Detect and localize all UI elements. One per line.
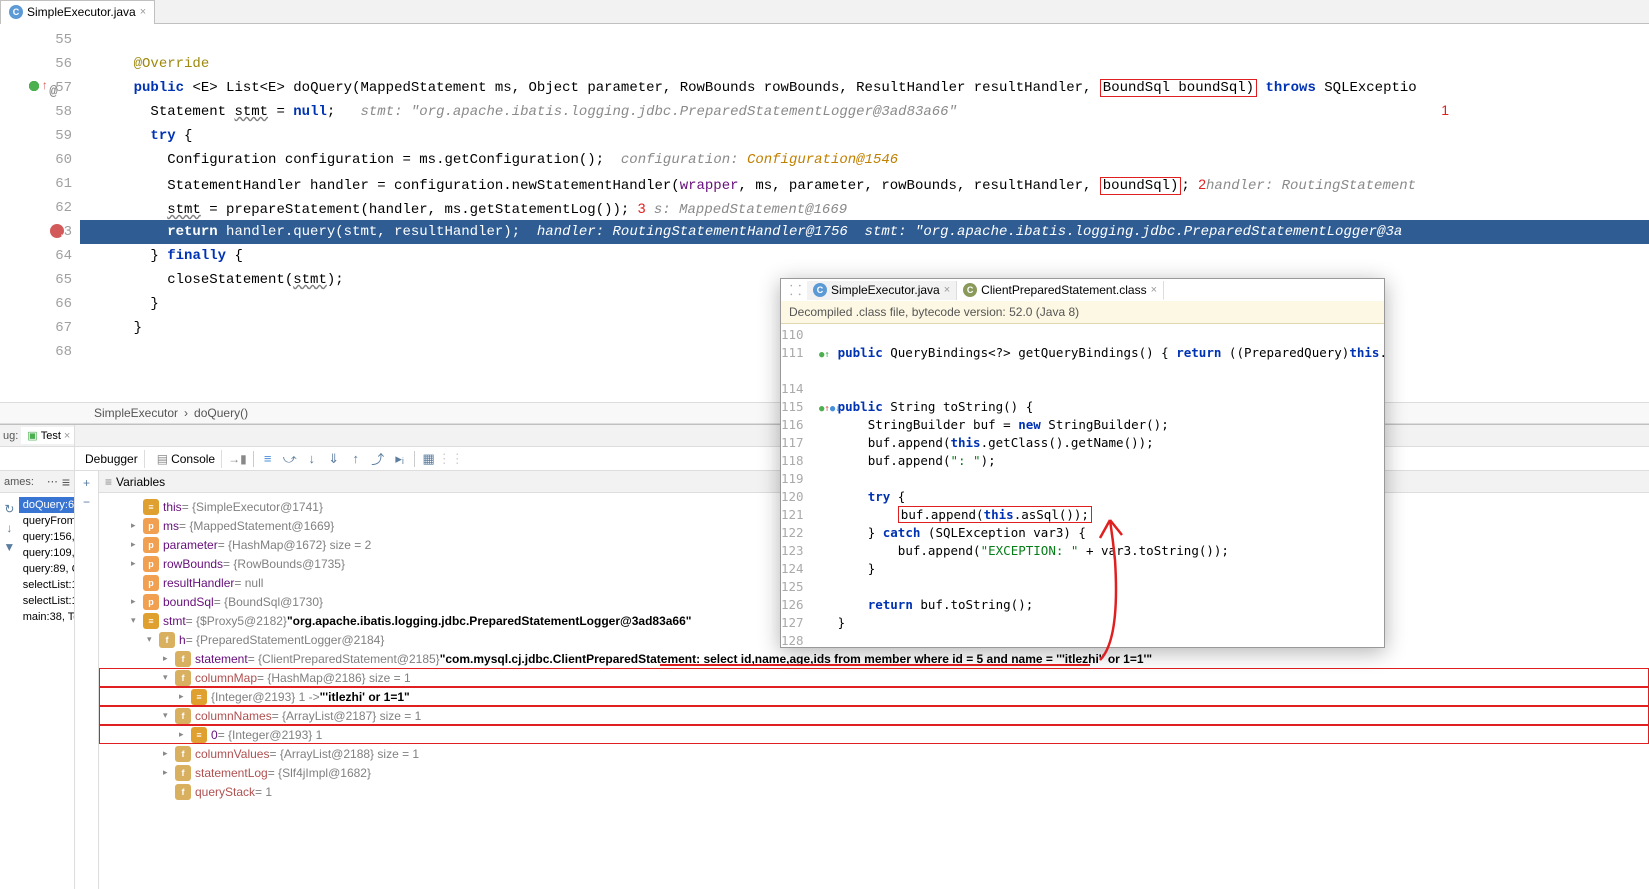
tab-debugger[interactable]: Debugger [79, 450, 145, 468]
override-up-icon: ●↑ [819, 346, 830, 364]
override-icons: ●↑●↓ [819, 400, 841, 418]
variable-row[interactable]: ▾fcolumnNames = {ArrayList@2187} size = … [99, 706, 1649, 725]
annotation-1: 1 [1441, 102, 1449, 118]
frame-row[interactable]: query:156, E [19, 529, 74, 545]
variable-row[interactable]: fqueryStack = 1 [99, 782, 1649, 801]
tab-test[interactable]: ▣Test× [21, 427, 75, 444]
run-to-cursor-icon[interactable]: ▸ᵢ [392, 451, 408, 467]
drag-handle-icon[interactable]: ⸬ [781, 281, 807, 300]
variable-row[interactable]: ▸≡{Integer@2193} 1 -> "'itlezhi' or 1=1" [99, 687, 1649, 706]
boundsql-arg-box: boundSql) [1100, 177, 1182, 195]
frame-row[interactable]: main:38, Te [19, 609, 74, 625]
force-step-into-icon[interactable]: ⇓ [326, 451, 342, 467]
frames-column: ug: ▣Test× ames:⋯≡ ↻ ↓ ▼ doQuery:63query… [0, 425, 75, 889]
annotation-3: 3 [638, 200, 646, 216]
evaluate-icon[interactable]: ▦ [421, 451, 437, 467]
close-icon[interactable]: × [140, 6, 146, 18]
variable-row[interactable]: ▸fcolumnValues = {ArrayList@2188} size =… [99, 744, 1649, 763]
tab-label: SimpleExecutor.java [27, 5, 136, 19]
popup-code[interactable]: public QueryBindings<?> getQueryBindings… [808, 324, 1387, 644]
breakpoint-icon[interactable] [50, 224, 64, 238]
frame-row[interactable]: selectList:14 [19, 593, 74, 609]
filter-icon[interactable]: ▼ [1, 539, 17, 555]
variable-row[interactable]: ▸fstatement = {ClientPreparedStatement@2… [99, 649, 1649, 668]
drop-frame-icon[interactable]: ⤴ [370, 451, 386, 467]
frames-list[interactable]: doQuery:63queryFromDquery:156, Equery:10… [19, 497, 74, 625]
remove-watch-icon[interactable]: − [79, 494, 95, 510]
trace-icon[interactable]: ⋮⋮ [443, 451, 459, 467]
java-class-icon: C [9, 5, 23, 19]
frame-row[interactable]: query:89, Ca [19, 561, 74, 577]
tab-simpleexecutor[interactable]: C SimpleExecutor.java × [0, 0, 155, 24]
popup-gutter: 110 ●↑111 114 ●↑●↓115 116 117 118 119 12… [781, 324, 808, 644]
frame-row[interactable]: queryFromD [19, 513, 74, 529]
frame-row[interactable]: selectList:14 [19, 577, 74, 593]
boundsql-param-box: BoundSql boundSql) [1100, 79, 1257, 97]
decompiled-popup[interactable]: ⸬ CSimpleExecutor.java× CClientPreparedS… [780, 278, 1385, 648]
step-into-icon[interactable]: ↓ [304, 451, 320, 467]
popup-tab-simpleexecutor[interactable]: CSimpleExecutor.java× [807, 281, 957, 300]
editor-tab-bar: C SimpleExecutor.java × [0, 0, 1649, 24]
popup-tab-clientpreparedstatement[interactable]: CClientPreparedStatement.class× [957, 281, 1164, 300]
variable-row[interactable]: ▾fcolumnMap = {HashMap@2186} size = 1 [99, 668, 1649, 687]
tab-console[interactable]: ▤Console [151, 450, 222, 468]
assql-call-box: buf.append(this.asSql()); [898, 506, 1092, 523]
variable-row[interactable]: ▸≡0 = {Integer@2193} 1 [99, 725, 1649, 744]
show-execution-icon[interactable]: ≡ [260, 451, 276, 467]
step-out-icon[interactable]: ↑ [348, 451, 364, 467]
decompiled-banner: Decompiled .class file, bytecode version… [781, 301, 1384, 324]
add-watch-icon[interactable]: + [79, 475, 95, 491]
restart-icon[interactable]: ↻ [1, 501, 17, 517]
frame-row[interactable]: doQuery:63 [19, 497, 74, 513]
run-icon[interactable] [28, 80, 40, 92]
current-execution-line: return handler.query(stmt, resultHandler… [80, 220, 1649, 244]
variable-row[interactable]: ▸fstatementLog = {Slf4jImpl@1682} [99, 763, 1649, 782]
line-gutter: 55 56 ↑@57 58 59 60 61 62 63 64 65 66 67… [0, 24, 80, 402]
step-over-icon[interactable]: ⤻ [282, 451, 298, 467]
frame-row[interactable]: query:109, C [19, 545, 74, 561]
down-icon[interactable]: ↓ [1, 520, 17, 536]
annotation-2: 2 [1198, 176, 1206, 192]
